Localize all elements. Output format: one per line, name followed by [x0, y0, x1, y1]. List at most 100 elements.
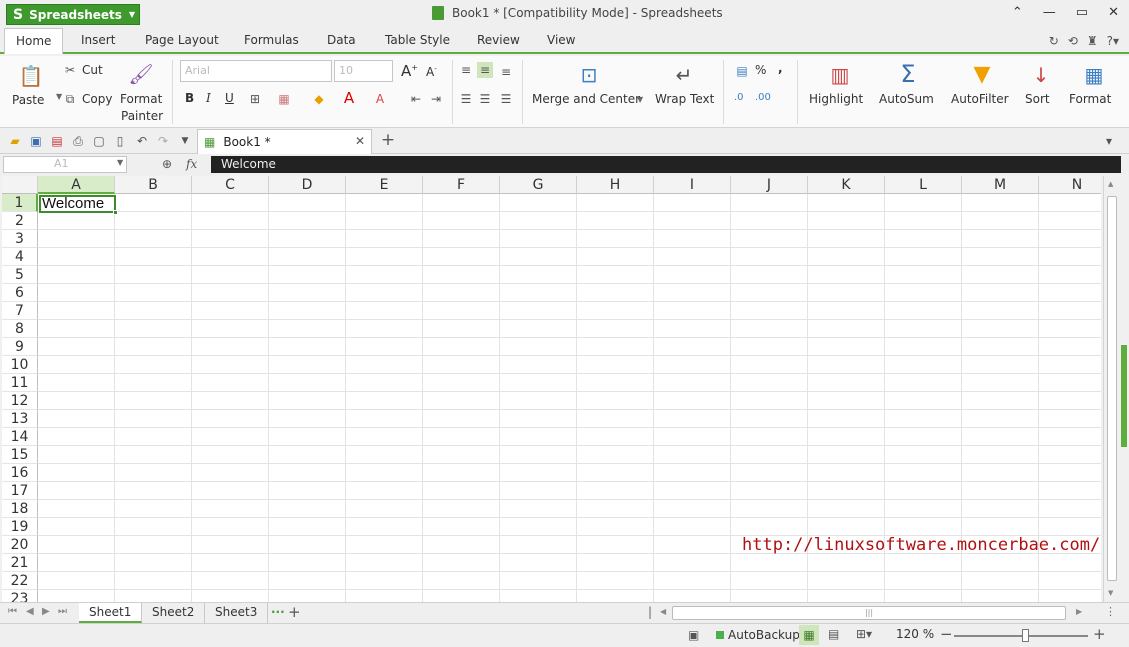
cell-a1[interactable]: Welcome [39, 195, 116, 213]
new-tab-icon[interactable]: + [380, 130, 396, 150]
row-header-12[interactable]: 12 [2, 392, 38, 410]
vertical-scrollbar[interactable]: ▲ ▼ [1103, 176, 1119, 602]
column-header-j[interactable]: J [731, 176, 808, 194]
format-painter-icon[interactable]: 🖌 [127, 60, 155, 88]
cut-button[interactable]: Cut [82, 63, 103, 77]
format-icon[interactable]: ▦ [1080, 61, 1108, 89]
row-header-1[interactable]: 1 [2, 194, 38, 212]
menu-formulas[interactable]: Formulas [244, 33, 299, 47]
format-painter-label-1[interactable]: Format [120, 92, 162, 106]
decrease-indent-icon[interactable]: ⇤ [408, 91, 424, 107]
copy-button[interactable]: Copy [82, 92, 112, 106]
refresh-icon[interactable]: ↻ [1049, 34, 1059, 48]
increase-indent-icon[interactable]: ⇥ [428, 91, 444, 107]
format-button[interactable]: Format [1069, 92, 1111, 106]
align-left-icon[interactable]: ☰ [458, 91, 474, 107]
sort-button[interactable]: Sort [1025, 92, 1050, 106]
row-header-2[interactable]: 2 [2, 212, 38, 230]
row-header-11[interactable]: 11 [2, 374, 38, 392]
history-icon[interactable]: ⟲ [1068, 34, 1078, 48]
row-header-6[interactable]: 6 [2, 284, 38, 302]
fit-view-icon[interactable]: ⊞▾ [856, 627, 872, 641]
merge-center-icon[interactable]: ⊡ [575, 61, 603, 89]
row-header-23[interactable]: 23 [2, 590, 38, 602]
comma-button[interactable]: , [778, 61, 783, 75]
row-header-8[interactable]: 8 [2, 320, 38, 338]
row-header-21[interactable]: 21 [2, 554, 38, 572]
normal-view-icon[interactable]: ▦ [799, 625, 819, 645]
help-icon[interactable]: ?▾ [1107, 34, 1119, 48]
vertical-scroll-thumb[interactable] [1107, 196, 1117, 581]
sheet-tab-sheet3[interactable]: Sheet3 [205, 603, 269, 623]
highlight-button[interactable]: Highlight [809, 92, 863, 106]
menu-data[interactable]: Data [327, 33, 356, 47]
collapse-ribbon-icon[interactable]: ⌃ [1012, 5, 1023, 20]
merge-dropdown-icon[interactable]: ▼ [637, 95, 643, 104]
fill-color-icon[interactable]: ◆ [311, 91, 327, 107]
percent-button[interactable]: % [755, 63, 766, 77]
page-setup-icon[interactable]: ▯ [112, 133, 128, 149]
column-header-k[interactable]: K [808, 176, 885, 194]
row-header-19[interactable]: 19 [2, 518, 38, 536]
align-right-icon[interactable]: ☰ [498, 91, 514, 107]
zoom-slider-knob[interactable] [1022, 629, 1029, 642]
name-box[interactable]: A1 [3, 156, 127, 173]
wrap-text-button[interactable]: Wrap Text [655, 92, 714, 106]
increase-decimal-icon[interactable]: .0 [734, 92, 744, 103]
scroll-right-icon[interactable]: ▶ [1076, 607, 1082, 616]
decrease-font-icon[interactable]: A- [426, 65, 437, 79]
autofilter-button[interactable]: AutoFilter [951, 92, 1009, 106]
row-header-18[interactable]: 18 [2, 500, 38, 518]
close-icon[interactable]: ✕ [1108, 5, 1119, 20]
undo-icon[interactable]: ↶ [134, 133, 150, 149]
more-sheets-icon[interactable]: ··· [271, 605, 285, 619]
row-header-17[interactable]: 17 [2, 482, 38, 500]
clear-format-icon[interactable]: A [372, 91, 388, 107]
last-sheet-icon[interactable]: ⏭ [58, 606, 67, 617]
sheet-tab-sheet1[interactable]: Sheet1 [79, 603, 143, 623]
tab-split-handle[interactable]: | [648, 605, 652, 619]
page-break-view-icon[interactable]: ▤ [828, 627, 839, 641]
name-box-dropdown-icon[interactable]: ▼ [117, 158, 123, 167]
first-sheet-icon[interactable]: ⏮ [8, 606, 17, 617]
zoom-level[interactable]: 120 % [896, 627, 934, 641]
bold-button[interactable]: B [185, 91, 194, 105]
fill-handle[interactable] [113, 210, 118, 215]
save-icon[interactable]: ▣ [28, 133, 44, 149]
row-header-14[interactable]: 14 [2, 428, 38, 446]
highlight-icon[interactable]: ▥ [826, 61, 854, 89]
column-header-h[interactable]: H [577, 176, 654, 194]
fx-icon[interactable]: fx [186, 157, 197, 171]
sort-icon[interactable]: ↓ [1027, 61, 1055, 89]
italic-button[interactable]: I [206, 91, 211, 105]
qat-dropdown-icon[interactable]: ▼ [177, 133, 193, 149]
row-header-16[interactable]: 16 [2, 464, 38, 482]
horizontal-scroll-thumb[interactable]: ||| [672, 606, 1066, 620]
formula-input[interactable]: Welcome [211, 156, 1121, 173]
menu-table-style[interactable]: Table Style [385, 33, 450, 47]
document-tab[interactable]: ▦ Book1 * ✕ [197, 129, 372, 154]
row-header-20[interactable]: 20 [2, 536, 38, 554]
menu-page-layout[interactable]: Page Layout [145, 33, 219, 47]
align-center-icon[interactable]: ☰ [477, 91, 493, 107]
print-icon[interactable]: ⎙ [70, 133, 86, 149]
menu-review[interactable]: Review [477, 33, 520, 47]
zoom-slider-track[interactable] [954, 629, 1088, 642]
column-header-b[interactable]: B [115, 176, 192, 194]
autosum-icon[interactable]: Σ [894, 60, 922, 88]
row-header-9[interactable]: 9 [2, 338, 38, 356]
column-header-c[interactable]: C [192, 176, 269, 194]
backup-save-icon[interactable]: ▣ [688, 628, 699, 642]
row-header-22[interactable]: 22 [2, 572, 38, 590]
minimize-icon[interactable]: — [1043, 5, 1056, 20]
borders-icon[interactable]: ⊞ [247, 91, 263, 107]
row-header-13[interactable]: 13 [2, 410, 38, 428]
column-header-a[interactable]: A [38, 176, 115, 194]
align-middle-icon[interactable]: ≡ [477, 62, 493, 78]
zoom-lookup-icon[interactable]: ⊕ [162, 157, 172, 171]
row-header-4[interactable]: 4 [2, 248, 38, 266]
menu-home[interactable]: Home [4, 28, 64, 54]
column-header-f[interactable]: F [423, 176, 500, 194]
cell-style-icon[interactable]: ▦ [276, 91, 292, 107]
next-sheet-icon[interactable]: ▶ [42, 606, 50, 617]
